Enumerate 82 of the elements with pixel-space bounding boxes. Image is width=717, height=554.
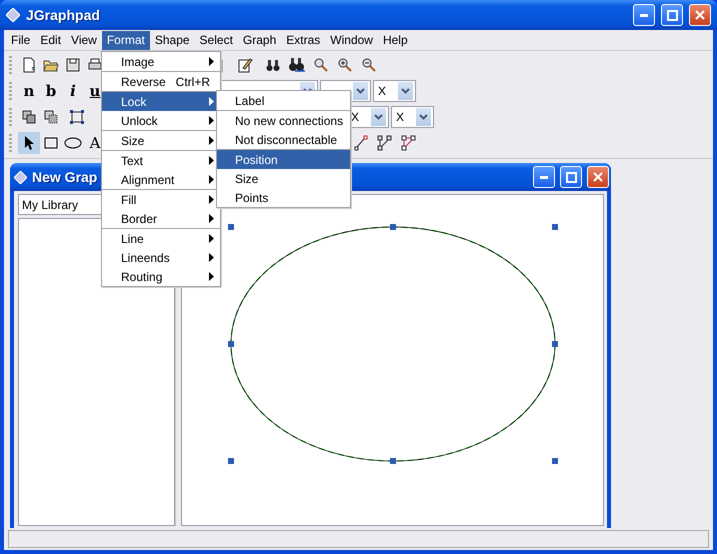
rectangle-icon: [44, 137, 58, 149]
menu-title[interactable]: Graph: [238, 30, 282, 50]
maximize-icon: [566, 172, 576, 182]
submenu-arrow-icon: [209, 195, 214, 204]
menu-title[interactable]: Shape: [150, 30, 195, 50]
menu-title[interactable]: Window: [325, 30, 378, 50]
selection-handle[interactable]: [552, 224, 558, 230]
menu-item[interactable]: Unlock: [102, 111, 220, 130]
menu-item[interactable]: Label: [217, 91, 350, 110]
submenu-arrow-icon: [209, 272, 214, 281]
combo-box[interactable]: X: [373, 80, 416, 102]
ellipse-icon: [64, 137, 82, 149]
pointer-tool-button[interactable]: [18, 132, 40, 154]
menu-item[interactable]: Size: [217, 169, 350, 188]
submenu-arrow-icon: [209, 97, 214, 106]
menu-title[interactable]: File: [6, 30, 36, 50]
menu-title[interactable]: View: [66, 30, 102, 50]
submenu-arrow-icon: [209, 116, 214, 125]
menu-title[interactable]: Edit: [35, 30, 66, 50]
submenu-arrow-icon: [209, 136, 214, 145]
submenu-arrow-icon: [209, 234, 214, 243]
menu-item[interactable]: Line: [102, 229, 220, 248]
menu-item[interactable]: Size: [102, 131, 220, 150]
selection-handle[interactable]: [552, 458, 558, 464]
menu-item[interactable]: Position: [217, 150, 350, 169]
minimize-button[interactable]: [533, 166, 555, 188]
minimize-icon: [540, 176, 548, 178]
maximize-button[interactable]: [661, 4, 683, 26]
selection-handle[interactable]: [552, 341, 558, 347]
pencil-document-icon: [237, 57, 253, 73]
selection-handle[interactable]: [390, 458, 396, 464]
minimize-icon: [640, 14, 648, 16]
selection-handle[interactable]: [228, 341, 234, 347]
text-style-button[interactable]: b: [40, 80, 62, 102]
group-icon: [21, 109, 37, 125]
text-style-button[interactable]: i: [62, 80, 84, 102]
binoculars-icon: [265, 57, 281, 73]
submenu-arrow-icon: [209, 175, 214, 184]
window-title: JGraphpad: [26, 7, 101, 23]
menu-title[interactable]: Format: [102, 30, 150, 50]
submenu-arrow-icon: [209, 57, 214, 66]
submenu-arrow-icon: [209, 214, 214, 223]
selection-frame-icon: [69, 109, 85, 125]
binoculars-arrow-icon: [289, 57, 305, 73]
maximize-icon: [666, 10, 678, 20]
menu-item[interactable]: Lineends: [102, 248, 220, 267]
menu-title[interactable]: Extras: [281, 30, 326, 50]
selection-handle[interactable]: [390, 224, 396, 230]
new-document-icon: [21, 57, 37, 73]
menu-item[interactable]: Reverse Ctrl+R: [102, 72, 220, 91]
menu-item[interactable]: Text: [102, 151, 220, 170]
menu-item[interactable]: Alignment: [102, 170, 220, 189]
ungroup-icon: [43, 109, 59, 125]
diamond-icon: [14, 170, 27, 184]
menu-item[interactable]: Routing: [102, 267, 220, 286]
menu-title[interactable]: Select: [194, 30, 238, 50]
menu-title[interactable]: Help: [378, 30, 413, 50]
connector-icon: [401, 135, 417, 151]
close-button[interactable]: [587, 166, 609, 188]
selection-handle[interactable]: [228, 458, 234, 464]
magnifier-icon: [313, 57, 329, 73]
text-style-button[interactable]: n: [18, 80, 40, 102]
diamond-icon: [6, 8, 20, 22]
menu-item[interactable]: Not disconnectable: [217, 130, 350, 149]
submenu-arrow-icon: [209, 156, 214, 165]
save-icon: [65, 57, 81, 73]
combo-box[interactable]: X: [391, 106, 434, 128]
connector-icon: [377, 135, 393, 151]
close-icon: [695, 10, 705, 20]
menu-item[interactable]: Points: [217, 188, 350, 207]
close-button[interactable]: [689, 4, 711, 26]
selection-handle[interactable]: [228, 224, 234, 230]
connector-icon: [353, 135, 369, 151]
menu-item[interactable]: Image: [102, 52, 220, 71]
submenu-arrow-icon: [209, 253, 214, 262]
zoom-in-icon: [337, 57, 353, 73]
close-icon: [593, 172, 603, 182]
pointer-icon: [23, 135, 35, 151]
zoom-out-icon: [361, 57, 377, 73]
graph-window-title: New Grap: [32, 169, 98, 185]
minimize-button[interactable]: [633, 4, 655, 26]
maximize-button[interactable]: [560, 166, 582, 188]
